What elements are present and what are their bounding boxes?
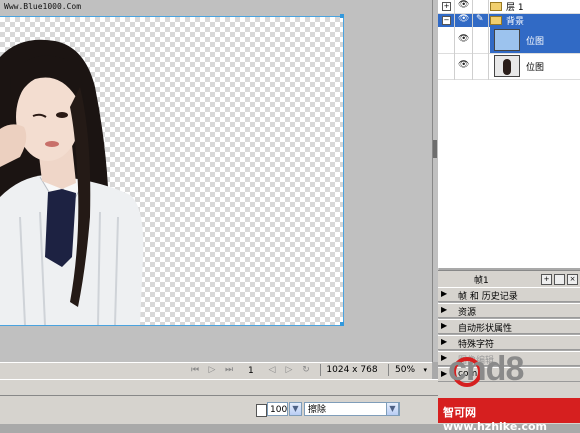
layer-thumbnail (494, 29, 520, 51)
loop-icon[interactable]: ↻ (301, 365, 311, 375)
layer-row[interactable]: 👁 位图 (438, 53, 580, 80)
chevron-down-icon: ▾ (423, 366, 427, 374)
eye-icon[interactable]: 👁 (458, 0, 469, 10)
eye-icon[interactable]: 👁 (458, 60, 469, 70)
expand-arrow-icon: ▶ (441, 353, 448, 362)
panel-special-characters[interactable]: ▶ 特殊字符 (438, 335, 580, 350)
column-divider (454, 0, 455, 80)
layer-row[interactable]: + 👁 层 1 (438, 0, 580, 14)
eye-icon[interactable]: 👁 (458, 14, 469, 24)
document-canvas[interactable] (0, 16, 344, 326)
opacity-dropdown-button[interactable]: ▼ (289, 402, 302, 416)
panel-auto-shape-properties[interactable]: ▶ 自动形状属性 (438, 319, 580, 334)
zoom-level[interactable]: 50% ▾ (388, 364, 430, 376)
expand-arrow-icon: ▶ (441, 289, 448, 298)
eye-icon[interactable]: 👁 (458, 34, 469, 44)
new-layer-icon[interactable]: + (541, 274, 552, 285)
column-divider (472, 0, 473, 80)
column-divider (488, 0, 489, 80)
prev-frame-icon[interactable]: ◁ (267, 365, 277, 375)
watermark-site-text: 智可网 www.hzhike.com (443, 406, 547, 433)
first-frame-icon[interactable]: ⏮ (190, 365, 200, 375)
blend-mode-dropdown-button[interactable]: ▼ (386, 402, 399, 416)
collapse-icon[interactable]: − (442, 16, 451, 25)
panel-assets[interactable]: ▶ 资源 (438, 303, 580, 318)
duplicate-icon[interactable] (554, 274, 565, 285)
document-dimensions[interactable]: 1024 x 768 (320, 364, 383, 376)
next-frame-icon[interactable]: ▷ (284, 365, 294, 375)
panel-collapse-grip[interactable] (433, 140, 437, 158)
zoom-value: 50% (395, 365, 416, 375)
play-icon[interactable]: ▷ (207, 365, 217, 375)
frame-selector[interactable]: 帧1 (474, 273, 489, 286)
delete-icon[interactable]: × (567, 274, 578, 285)
layer-name: 层 1 (506, 3, 524, 13)
folder-icon (490, 2, 502, 11)
folder-icon (490, 16, 502, 25)
layer-thumbnail (494, 55, 520, 77)
frames-toolbar: 帧1 + × (438, 270, 580, 287)
layer-name: 位图 (526, 37, 545, 47)
opacity-icon (256, 404, 267, 417)
layer-name: 背景 (506, 17, 525, 27)
layer-row[interactable]: 👁 位图 (438, 27, 580, 54)
last-frame-icon[interactable]: ⏭ (224, 365, 234, 375)
opacity-input[interactable]: 100 (267, 402, 288, 416)
photo-subject (0, 39, 144, 325)
expand-arrow-icon: ▶ (441, 369, 448, 378)
panel-frames-history[interactable]: ▶ 帧 和 历史记录 (438, 287, 580, 302)
layer-name: 位图 (526, 63, 545, 73)
pencil-icon: ✎ (476, 14, 484, 24)
selection-handle[interactable] (340, 322, 344, 326)
blend-mode-value: 擦除 (308, 405, 327, 415)
selection-handle[interactable] (340, 14, 344, 18)
expand-arrow-icon: ▶ (441, 337, 448, 346)
expand-arrow-icon: ▶ (441, 305, 448, 314)
expand-icon[interactable]: + (442, 2, 451, 11)
layer-row-selected[interactable]: − 👁 ✎ 背景 (438, 14, 580, 27)
current-frame-number: 1 (248, 366, 254, 376)
expand-arrow-icon: ▶ (441, 321, 448, 330)
watermark-logo: cnd8 (448, 350, 524, 388)
watermark-text: Www.Blue1000.Com (4, 2, 82, 11)
